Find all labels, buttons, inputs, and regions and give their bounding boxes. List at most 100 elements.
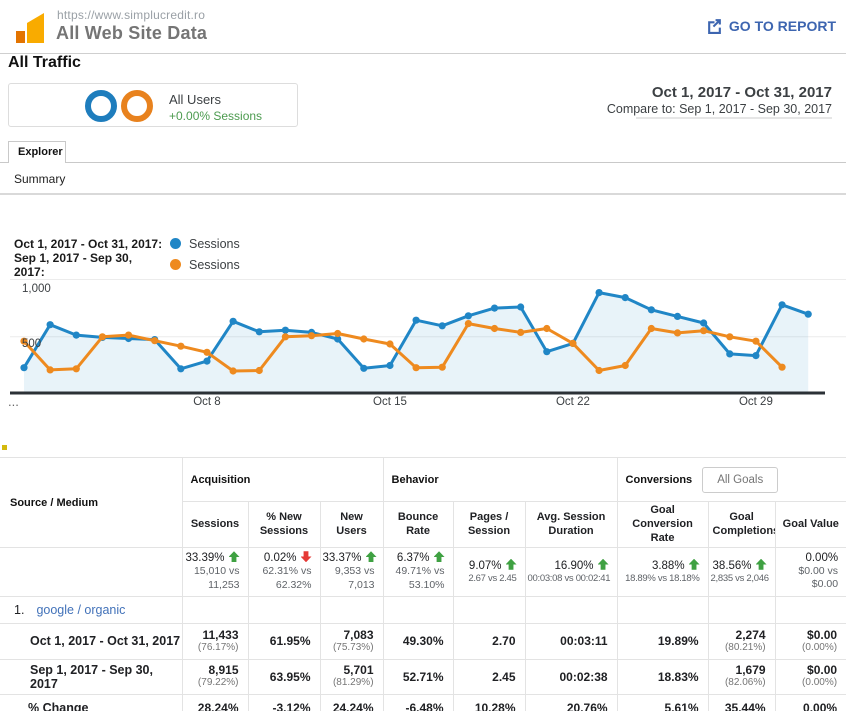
property-url: https://www.simplucredit.ro [57,8,205,22]
legend-date-label: Sep 1, 2017 - Sep 30, 2017: [14,251,166,279]
data-point [47,366,54,373]
data-point [517,303,524,310]
data-point [465,312,472,319]
group-header-conversions: Conversions All Goals [617,458,846,502]
column-header-pct-new-sessions[interactable]: % New Sessions [248,502,320,548]
data-point [648,306,655,313]
column-header-goal-value[interactable]: Goal Value [775,502,846,548]
data-point [177,343,184,350]
sessions-line-chart [0,278,846,395]
chart-canvas [0,278,846,395]
data-point [517,329,524,336]
segment-card-all-users[interactable]: All Users +0.00% Sessions [8,83,298,127]
goal-selector-dropdown[interactable]: All Goals [702,467,778,493]
data-point [177,365,184,372]
data-point [622,294,629,301]
total-bounce-rate: 6.37% 49.71% vs 53.10% [383,548,453,596]
total-sessions: 33.39% 15,010 vs 11,253 [182,548,248,596]
data-point [805,311,812,318]
data-point [622,362,629,369]
column-header-pages-session[interactable]: Pages / Session [453,502,525,548]
data-point [752,338,759,345]
data-point [778,364,785,371]
column-header-goal-completions[interactable]: Goal Completions [708,502,775,548]
column-header-goal-conversion-rate[interactable]: Goal Conversion Rate [617,502,708,548]
data-point [752,352,759,359]
data-point [413,364,420,371]
data-point [282,327,289,334]
chart-series-group [20,289,811,392]
change-arrow-icon [366,551,377,562]
data-point [595,289,602,296]
column-header-sessions[interactable]: Sessions [182,502,248,548]
change-arrow-icon [301,551,312,562]
column-header-new-users[interactable]: New Users [320,502,383,548]
totals-row-label [0,548,182,596]
change-arrow-icon [598,559,609,570]
total-avg-session-duration: 16.90% 00:03:08 vs 00:02:41 [525,548,617,596]
data-point [230,367,237,374]
data-point [203,358,210,365]
data-point [465,320,472,327]
column-header-avg-session-duration[interactable]: Avg. Session Duration [525,502,617,548]
artifact-dot [2,445,7,450]
legend-series-label: Sessions [189,237,240,251]
change-arrow-icon [506,559,517,570]
date-range-compare: Compare to: Sep 1, 2017 - Sep 30, 2017 [607,102,832,116]
total-pages-session: 9.07% 2.67 vs 2.45 [453,548,525,596]
table-row-source: 1.google / organic [0,596,846,623]
section-divider [0,193,846,195]
segment-donut-blue-icon [85,90,117,122]
data-point [674,329,681,336]
data-point [439,364,446,371]
column-header-source-medium[interactable]: Source / Medium [0,458,182,548]
column-header-bounce-rate[interactable]: Bounce Rate [383,502,453,548]
x-axis-tick-label: Oct 15 [373,396,407,408]
data-point [99,333,106,340]
google-analytics-logo-icon [12,9,48,45]
data-point [595,367,602,374]
source-medium-table: Source / Medium Acquisition Behavior Con… [0,457,846,711]
property-title: All Web Site Data [56,23,207,44]
series-area-fill [24,293,808,392]
data-point [125,332,132,339]
y-axis-label-500: 500 [22,338,41,350]
data-point [151,337,158,344]
data-point [569,340,576,347]
go-to-report-link[interactable]: GO TO REPORT [706,17,836,34]
data-point [674,313,681,320]
segment-name: All Users [169,92,221,107]
data-point [47,321,54,328]
table-row-sep: Sep 1, 2017 - Sep 30, 2017 8,915(79.22%)… [0,659,846,694]
source-medium-link[interactable]: google / organic [36,603,125,617]
legend-dot-orange-icon [170,259,181,270]
subrow-label: Oct 1, 2017 - Oct 31, 2017 [0,623,182,659]
legend-series-label: Sessions [189,258,240,272]
date-range-underline [636,117,832,119]
x-axis-ticks: Oct 8Oct 15Oct 22Oct 29 [0,396,846,412]
report-section-title: All Traffic [8,54,81,72]
data-point [360,335,367,342]
legend-dot-blue-icon [170,238,181,249]
data-point [491,305,498,312]
data-point [778,301,785,308]
data-point [282,333,289,340]
total-goal-conversion-rate: 3.88% 18.89% vs 18.18% [617,548,708,596]
group-header-acquisition: Acquisition [182,458,383,502]
totals-row: 33.39% 15,010 vs 11,253 0.02% 62.31% vs … [0,548,846,596]
segment-donut-orange-icon [121,90,153,122]
tab-bottom-border [0,162,846,163]
tab-explorer[interactable]: Explorer [8,141,66,163]
total-pct-new-sessions: 0.02% 62.31% vs 62.32% [248,548,320,596]
data-point [726,333,733,340]
data-point [439,322,446,329]
data-point [700,327,707,334]
subtab-summary[interactable]: Summary [14,172,65,186]
data-point [334,330,341,337]
change-arrow-icon [229,551,240,562]
data-point [700,319,707,326]
total-goal-completions: 38.56% 2,835 vs 2,046 [708,548,775,596]
data-point [491,325,498,332]
x-axis-tick-label: Oct 8 [193,396,220,408]
date-range-primary: Oct 1, 2017 - Oct 31, 2017 [652,84,832,101]
